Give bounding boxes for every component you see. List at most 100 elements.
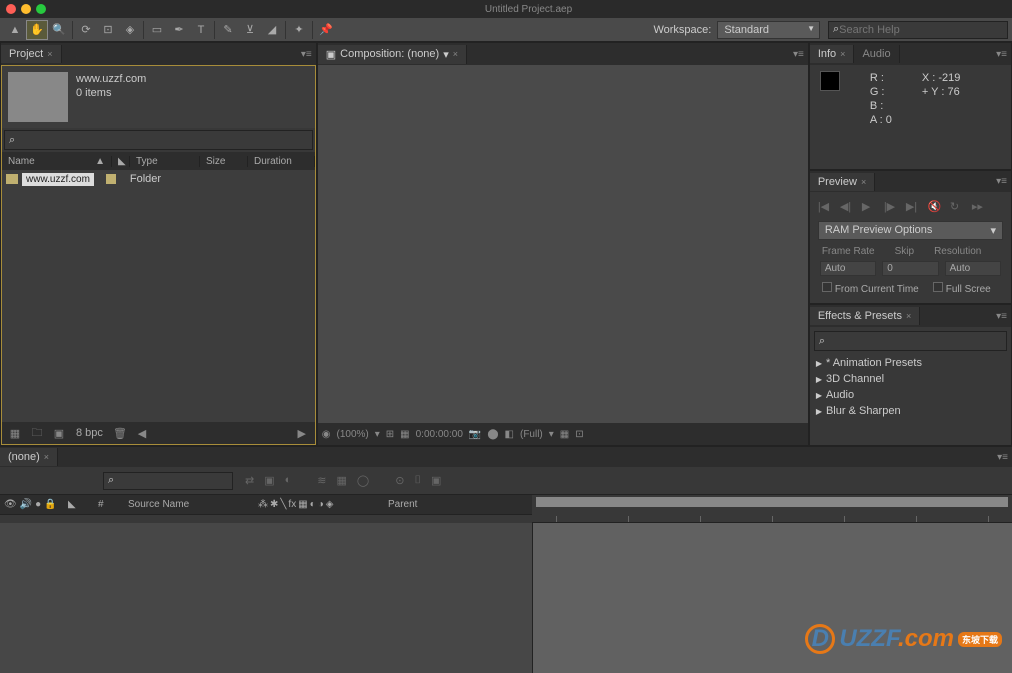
lock-icon[interactable]: 🔒	[44, 499, 56, 510]
ram-preview-dropdown[interactable]: RAM Preview Options▾	[818, 221, 1003, 240]
project-row[interactable]: www.uzzf.com Folder	[2, 170, 315, 188]
fx-icon[interactable]: fx	[288, 499, 296, 510]
ram-preview-icon[interactable]: ▸▸	[972, 200, 988, 213]
snapshot-icon[interactable]: 📷	[469, 429, 481, 440]
video-icon[interactable]: 👁	[4, 499, 17, 510]
effects-search-input[interactable]	[825, 334, 1002, 349]
new-folder-icon[interactable]: 🗀	[28, 425, 46, 441]
zoom-dropdown[interactable]: (100%)	[336, 429, 368, 440]
grid-icon[interactable]: ⊞	[386, 429, 394, 440]
close-icon[interactable]: ×	[47, 49, 52, 59]
mblur-icon[interactable]: ◐	[310, 499, 316, 510]
panel-menu-icon[interactable]: ▾≡	[789, 49, 808, 60]
draft-3d-icon[interactable]: ▣	[264, 474, 274, 487]
trash-icon[interactable]: 🗑	[111, 425, 129, 441]
zoom-tool[interactable]: 🔍	[48, 20, 70, 40]
new-comp-icon[interactable]: ▣	[50, 425, 68, 441]
mask-icon[interactable]: ▦	[400, 429, 409, 440]
camera-tool[interactable]: ⊡	[97, 20, 119, 40]
framerate-dropdown[interactable]: Auto	[820, 261, 876, 276]
quality-icon[interactable]: ╲	[280, 499, 286, 510]
search-help-input[interactable]	[839, 24, 1003, 36]
composition-viewer[interactable]	[318, 65, 808, 423]
audio-icon[interactable]: 🔊	[20, 499, 32, 510]
minimize-icon[interactable]	[21, 4, 31, 14]
sort-icon[interactable]: ▲	[95, 156, 105, 167]
tab-composition[interactable]: ▣ Composition: (none) ▾ ×	[318, 45, 467, 64]
fx-category[interactable]: ▶3D Channel	[816, 371, 1005, 387]
mute-icon[interactable]: 🔇	[928, 200, 944, 213]
panel-menu-icon[interactable]: ▾≡	[992, 49, 1011, 60]
eraser-tool[interactable]: ◢	[261, 20, 283, 40]
shy-icon[interactable]: ⁂	[258, 499, 268, 510]
fx-category[interactable]: ▶Blur & Sharpen	[816, 403, 1005, 419]
rotate-tool[interactable]: ⟳	[75, 20, 97, 40]
show-channel-icon[interactable]: ⬤	[487, 429, 498, 440]
adjust-icon[interactable]: ◑	[318, 499, 324, 510]
next-icon[interactable]: ▶	[293, 425, 311, 441]
panel-menu-icon[interactable]: ▾≡	[992, 176, 1011, 187]
close-icon[interactable]: ×	[453, 49, 458, 59]
pen-tool[interactable]: ✒	[168, 20, 190, 40]
resolution-dropdown[interactable]: Auto	[945, 261, 1001, 276]
always-preview-icon[interactable]: ◉	[322, 429, 331, 440]
dropdown-icon[interactable]: ▾	[443, 48, 449, 61]
graph-editor-icon[interactable]: ⌷	[414, 474, 421, 487]
collapse-icon[interactable]: ✱	[270, 499, 278, 510]
selection-tool[interactable]: ▲	[4, 20, 26, 40]
tab-audio[interactable]: Audio	[854, 45, 899, 63]
tab-preview[interactable]: Preview×	[810, 173, 875, 191]
tab-timeline[interactable]: (none)×	[0, 448, 58, 466]
project-search[interactable]: ⌕	[4, 130, 313, 150]
comp-button-icon[interactable]: ▣	[431, 474, 441, 487]
from-current-checkbox[interactable]: From Current Time	[822, 282, 919, 295]
last-frame-icon[interactable]: ▶|	[906, 200, 922, 213]
puppet-tool[interactable]: 📌	[315, 20, 337, 40]
interpret-icon[interactable]: ▦	[6, 425, 24, 441]
next-frame-icon[interactable]: |▶	[884, 200, 900, 213]
loop-icon[interactable]: ↻	[950, 200, 966, 213]
rect-tool[interactable]: ▭	[146, 20, 168, 40]
solo-icon[interactable]: ●	[35, 499, 41, 510]
source-col[interactable]: Source Name	[128, 499, 258, 510]
fx-category[interactable]: ▶Audio	[816, 387, 1005, 403]
current-time[interactable]: 0:00:00:00	[416, 429, 463, 440]
3d-icon[interactable]: ◈	[326, 499, 334, 510]
close-icon[interactable]: ×	[861, 177, 866, 187]
close-icon[interactable]: ×	[906, 311, 911, 321]
frame-blend-icon[interactable]: ≋	[317, 474, 326, 487]
prev-frame-icon[interactable]: ◀|	[840, 200, 856, 213]
brush-tool[interactable]: ✎	[217, 20, 239, 40]
auto-keyframe-icon[interactable]: ⊙	[395, 474, 404, 487]
label-icon[interactable]: ◣	[112, 156, 130, 167]
prev-icon[interactable]: ◀	[133, 425, 151, 441]
panel-menu-icon[interactable]: ▾≡	[992, 311, 1011, 322]
clone-tool[interactable]: ⊻	[239, 20, 261, 40]
brainstorm-icon[interactable]: ◯	[357, 474, 369, 487]
region-icon[interactable]: ◧	[505, 429, 514, 440]
skip-dropdown[interactable]: 0	[882, 261, 938, 276]
effects-search[interactable]: ⌕	[814, 331, 1007, 351]
timeline-layer-area[interactable]	[0, 523, 532, 673]
workspace-dropdown[interactable]: Standard	[717, 21, 820, 39]
play-icon[interactable]: ▶	[862, 200, 878, 213]
roto-tool[interactable]: ✦	[288, 20, 310, 40]
panel-menu-icon[interactable]: ▾≡	[297, 49, 316, 60]
type-tool[interactable]: T	[190, 20, 212, 40]
transparency-icon[interactable]: ▦	[560, 429, 569, 440]
hide-shy-icon[interactable]: ◐	[285, 474, 292, 487]
timeline-ruler[interactable]	[532, 495, 1012, 523]
tab-project[interactable]: Project×	[1, 45, 62, 63]
close-icon[interactable]	[6, 4, 16, 14]
hand-tool[interactable]: ✋	[26, 20, 48, 40]
search-help[interactable]: ⌕	[828, 21, 1008, 39]
label-col-icon[interactable]: ◣	[68, 499, 98, 510]
tab-info[interactable]: Info×	[810, 45, 855, 63]
project-bpc[interactable]: 8 bpc	[72, 427, 107, 439]
fx-category[interactable]: ▶* Animation Presets	[816, 355, 1005, 371]
project-search-input[interactable]	[15, 133, 308, 148]
comp-mini-flowchart-icon[interactable]: ⇄	[245, 474, 254, 487]
timeline-search[interactable]: ⌕	[103, 472, 233, 490]
resolution-dropdown[interactable]: (Full)	[520, 429, 543, 440]
full-screen-checkbox[interactable]: Full Scree	[933, 282, 991, 295]
